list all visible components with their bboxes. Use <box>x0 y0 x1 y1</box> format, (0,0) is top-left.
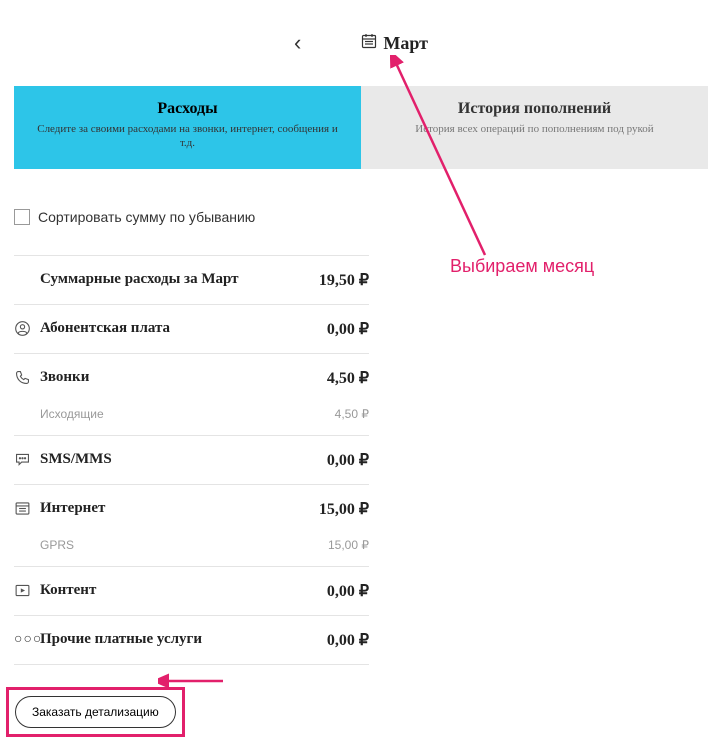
expenses-list: Суммарные расходы за Март 19,50 ₽ Абонен… <box>14 255 369 665</box>
tab-expenses-title: Расходы <box>34 100 341 118</box>
row-subscription-label: Абонентская плата <box>40 320 327 337</box>
browser-icon <box>14 500 40 517</box>
row-calls: Звонки 4,50 ₽ <box>14 354 369 402</box>
row-sms-label: SMS/MMS <box>40 451 327 468</box>
row-calls-label: Звонки <box>40 369 327 386</box>
dots-icon: ○○○ <box>14 632 40 648</box>
tab-topups[interactable]: История пополнений История всех операций… <box>361 86 708 169</box>
row-internet: Интернет 15,00 ₽ <box>14 485 369 533</box>
annotation-highlight-box: Заказать детализацию <box>6 687 185 737</box>
row-internet-label: Интернет <box>40 500 319 517</box>
row-calls-sub: Исходящие 4,50 ₽ <box>14 401 369 436</box>
row-other: ○○○ Прочие платные услуги 0,00 ₽ <box>14 616 369 665</box>
month-picker[interactable]: Март <box>361 33 428 54</box>
chat-icon <box>14 451 40 468</box>
row-summary: Суммарные расходы за Март 19,50 ₽ <box>14 255 369 305</box>
row-subscription-value: 0,00 ₽ <box>327 319 369 339</box>
row-sms-value: 0,00 ₽ <box>327 450 369 470</box>
row-internet-value: 15,00 ₽ <box>319 499 369 519</box>
order-detail-button[interactable]: Заказать детализацию <box>15 696 176 728</box>
tab-expenses[interactable]: Расходы Следите за своими расходами на з… <box>14 86 361 169</box>
row-summary-label: Суммарные расходы за Март <box>40 271 319 288</box>
tab-expenses-subtitle: Следите за своими расходами на звонки, и… <box>34 122 341 151</box>
sort-row: Сортировать сумму по убыванию <box>14 209 708 245</box>
sort-checkbox[interactable] <box>14 209 30 225</box>
phone-icon <box>14 369 40 386</box>
chevron-left-icon[interactable]: ‹ <box>294 30 301 56</box>
row-internet-sub-value: 15,00 ₽ <box>328 538 369 552</box>
row-summary-value: 19,50 ₽ <box>319 270 369 290</box>
tab-topups-subtitle: История всех операций по пополнениям под… <box>381 122 688 136</box>
row-calls-sub-label: Исходящие <box>14 407 335 421</box>
row-calls-sub-value: 4,50 ₽ <box>335 407 369 421</box>
tabs: Расходы Следите за своими расходами на з… <box>14 86 708 169</box>
row-sms: SMS/MMS 0,00 ₽ <box>14 436 369 485</box>
annotation-label: Выбираем месяц <box>450 256 594 277</box>
row-calls-value: 4,50 ₽ <box>327 368 369 388</box>
row-other-label: Прочие платные услуги <box>40 631 327 648</box>
play-icon <box>14 582 40 599</box>
month-selector: ‹ Март <box>0 0 722 76</box>
month-label: Март <box>383 33 428 54</box>
row-other-value: 0,00 ₽ <box>327 630 369 650</box>
tab-topups-title: История пополнений <box>381 100 688 118</box>
row-content-value: 0,00 ₽ <box>327 581 369 601</box>
row-content: Контент 0,00 ₽ <box>14 567 369 616</box>
row-content-label: Контент <box>40 582 327 599</box>
row-internet-sub: GPRS 15,00 ₽ <box>14 532 369 567</box>
person-icon <box>14 320 40 337</box>
calendar-icon <box>361 33 377 54</box>
sort-label: Сортировать сумму по убыванию <box>38 209 255 225</box>
row-internet-sub-label: GPRS <box>14 538 328 552</box>
row-subscription: Абонентская плата 0,00 ₽ <box>14 305 369 354</box>
